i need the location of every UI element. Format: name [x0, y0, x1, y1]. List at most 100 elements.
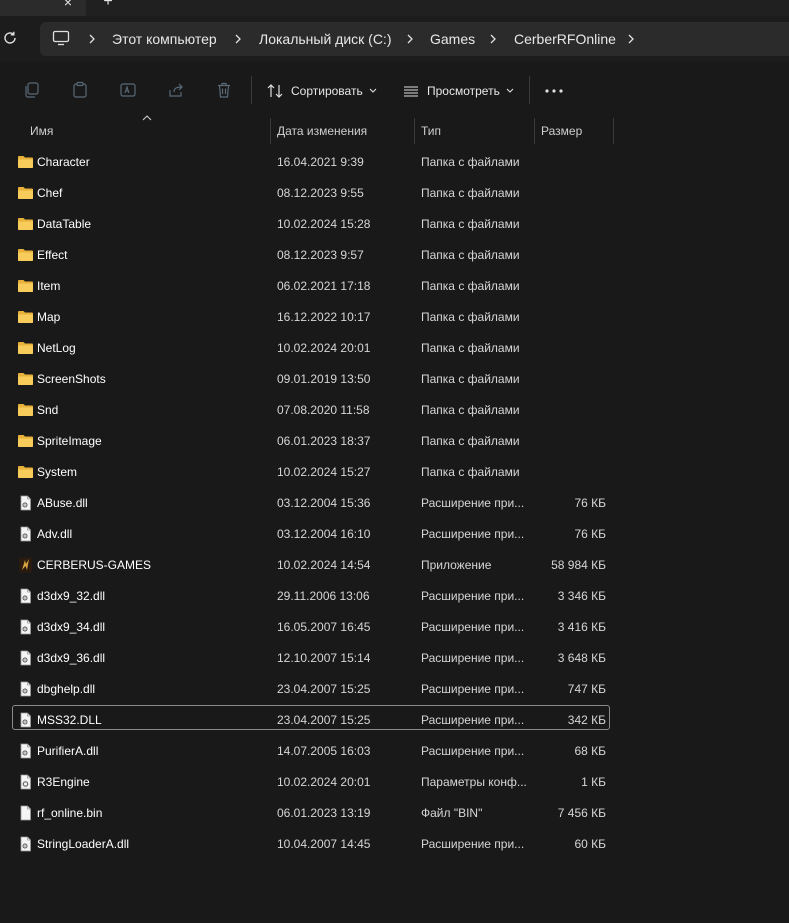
- close-tab-icon[interactable]: ×: [60, 0, 76, 10]
- file-date: 16.04.2021 9:39: [277, 155, 364, 169]
- file-date: 10.04.2007 14:45: [277, 837, 371, 851]
- column-header-date[interactable]: Дата изменения: [277, 118, 367, 144]
- file-row[interactable]: Adv.dll 03.12.2004 16:10 Расширение при...…: [0, 519, 789, 550]
- file-name[interactable]: StringLoaderA.dll: [37, 829, 129, 860]
- copy-icon[interactable]: [23, 81, 41, 99]
- file-size: 1 КБ: [581, 775, 606, 789]
- file-row[interactable]: MSS32.DLL 23.04.2007 15:25 Расширение при.…: [0, 705, 789, 736]
- toolbar-divider: [529, 76, 530, 104]
- folder-row[interactable]: DataTable 10.02.2024 15:28 Папка с файлами: [0, 209, 789, 240]
- breadcrumb-chevron-icon[interactable]: [405, 31, 415, 47]
- file-name[interactable]: SpriteImage: [37, 426, 102, 457]
- file-row[interactable]: StringLoaderA.dll 10.04.2007 14:45 Расшире…: [0, 829, 789, 860]
- folder-row[interactable]: ScreenShots 09.01.2019 13:50 Папка с файла…: [0, 364, 789, 395]
- folder-row[interactable]: Chef 08.12.2023 9:55 Папка с файлами: [0, 178, 789, 209]
- breadcrumb-chevron-icon[interactable]: [488, 31, 498, 47]
- file-name[interactable]: dbghelp.dll: [37, 674, 95, 705]
- file-date: 06.01.2023 13:19: [277, 806, 371, 820]
- file-date: 23.04.2007 15:25: [277, 713, 371, 727]
- file-name[interactable]: d3dx9_36.dll: [37, 643, 105, 674]
- file-name[interactable]: ScreenShots: [37, 364, 106, 395]
- view-button[interactable]: Просмотреть: [403, 82, 514, 100]
- folder-row[interactable]: Effect 08.12.2023 9:57 Папка с файлами: [0, 240, 789, 271]
- breadcrumb-chevron-icon[interactable]: [626, 31, 636, 47]
- folder-row[interactable]: Map 16.12.2022 10:17 Папка с файлами: [0, 302, 789, 333]
- dll-file-icon: [17, 712, 34, 728]
- file-row[interactable]: ABuse.dll 03.12.2004 15:36 Расширение при.…: [0, 488, 789, 519]
- dll-file-icon: [17, 619, 34, 635]
- breadcrumb-games[interactable]: Games: [430, 31, 475, 47]
- column-divider[interactable]: [534, 118, 535, 144]
- file-type: Файл "BIN": [421, 806, 483, 820]
- app-icon: [17, 557, 34, 573]
- folder-row[interactable]: Snd 07.08.2020 11:58 Папка с файлами: [0, 395, 789, 426]
- file-name[interactable]: Effect: [37, 240, 67, 271]
- folder-icon: [17, 185, 34, 201]
- file-name[interactable]: DataTable: [37, 209, 91, 240]
- file-type: Расширение при...: [421, 682, 525, 696]
- file-name[interactable]: MSS32.DLL: [37, 705, 102, 736]
- file-name[interactable]: Item: [37, 271, 60, 302]
- dll-file-icon: [17, 836, 34, 852]
- file-row[interactable]: CERBERUS-GAMES 10.02.2024 14:54 Приложение…: [0, 550, 789, 581]
- file-row[interactable]: d3dx9_32.dll 29.11.2006 13:06 Расширение п…: [0, 581, 789, 612]
- file-type: Расширение при...: [421, 620, 525, 634]
- file-date: 10.02.2024 15:27: [277, 465, 371, 479]
- column-divider[interactable]: [270, 118, 271, 144]
- delete-icon[interactable]: [215, 81, 233, 99]
- file-name[interactable]: Adv.dll: [37, 519, 72, 550]
- file-type: Папка с файлами: [421, 403, 520, 417]
- folder-row[interactable]: System 10.02.2024 15:27 Папка с файлами: [0, 457, 789, 488]
- file-name[interactable]: rf_online.bin: [37, 798, 102, 829]
- file-row[interactable]: d3dx9_36.dll 12.10.2007 15:14 Расширение п…: [0, 643, 789, 674]
- column-divider[interactable]: [414, 118, 415, 144]
- sort-button[interactable]: Сортировать: [267, 82, 377, 100]
- file-name[interactable]: Chef: [37, 178, 62, 209]
- folder-row[interactable]: Item 06.02.2021 17:18 Папка с файлами: [0, 271, 789, 302]
- file-date: 12.10.2007 15:14: [277, 651, 371, 665]
- breadcrumb-chevron-icon[interactable]: [233, 31, 243, 47]
- folder-icon: [17, 216, 34, 232]
- file-name[interactable]: d3dx9_34.dll: [37, 612, 105, 643]
- folder-icon: [17, 433, 34, 449]
- folder-row[interactable]: NetLog 10.02.2024 20:01 Папка с файлами: [0, 333, 789, 364]
- file-name[interactable]: ABuse.dll: [37, 488, 88, 519]
- file-row[interactable]: dbghelp.dll 23.04.2007 15:25 Расширение пр…: [0, 674, 789, 705]
- column-divider[interactable]: [613, 118, 614, 144]
- breadcrumb-this-pc[interactable]: Этот компьютер: [112, 31, 217, 47]
- file-name[interactable]: Map: [37, 302, 60, 333]
- share-icon[interactable]: [167, 81, 185, 99]
- column-header-name[interactable]: Имя: [30, 118, 53, 144]
- file-name[interactable]: CERBERUS-GAMES: [37, 550, 151, 581]
- sort-ascending-icon: [142, 115, 152, 121]
- file-row[interactable]: PurifierA.dll 14.07.2005 16:03 Расширение …: [0, 736, 789, 767]
- column-header-type[interactable]: Тип: [421, 118, 441, 144]
- file-row[interactable]: d3dx9_34.dll 16.05.2007 16:45 Расширение п…: [0, 612, 789, 643]
- rename-icon[interactable]: [119, 81, 137, 99]
- file-name[interactable]: NetLog: [37, 333, 76, 364]
- folder-icon: [17, 402, 34, 418]
- file-name[interactable]: Character: [37, 147, 90, 178]
- file-row[interactable]: rf_online.bin 06.01.2023 13:19 Файл "BIN" 7…: [0, 798, 789, 829]
- folder-row[interactable]: Character 16.04.2021 9:39 Папка с файлами: [0, 147, 789, 178]
- breadcrumb-cerberrfonline[interactable]: CerberRFOnline: [514, 31, 616, 47]
- file-name[interactable]: PurifierA.dll: [37, 736, 98, 767]
- column-header-size[interactable]: Размер: [541, 118, 582, 144]
- file-name[interactable]: d3dx9_32.dll: [37, 581, 105, 612]
- more-options-icon[interactable]: [544, 82, 564, 100]
- folder-row[interactable]: SpriteImage 06.01.2023 18:37 Папка с файла…: [0, 426, 789, 457]
- refresh-icon[interactable]: [2, 30, 18, 46]
- chevron-down-icon: [506, 88, 514, 93]
- file-name[interactable]: R3Engine: [37, 767, 90, 798]
- file-row[interactable]: R3Engine 10.02.2024 20:01 Параметры конф..…: [0, 767, 789, 798]
- file-type: Расширение при...: [421, 744, 525, 758]
- file-date: 08.12.2023 9:57: [277, 248, 364, 262]
- file-name[interactable]: System: [37, 457, 77, 488]
- dll-file-icon: [17, 681, 34, 697]
- breadcrumb-chevron-icon[interactable]: [87, 31, 97, 47]
- new-tab-icon[interactable]: +: [100, 0, 116, 10]
- paste-icon[interactable]: [71, 81, 89, 99]
- file-name[interactable]: Snd: [37, 395, 58, 426]
- this-pc-icon[interactable]: [52, 30, 70, 46]
- breadcrumb-local-disk[interactable]: Локальный диск (C:): [259, 31, 392, 47]
